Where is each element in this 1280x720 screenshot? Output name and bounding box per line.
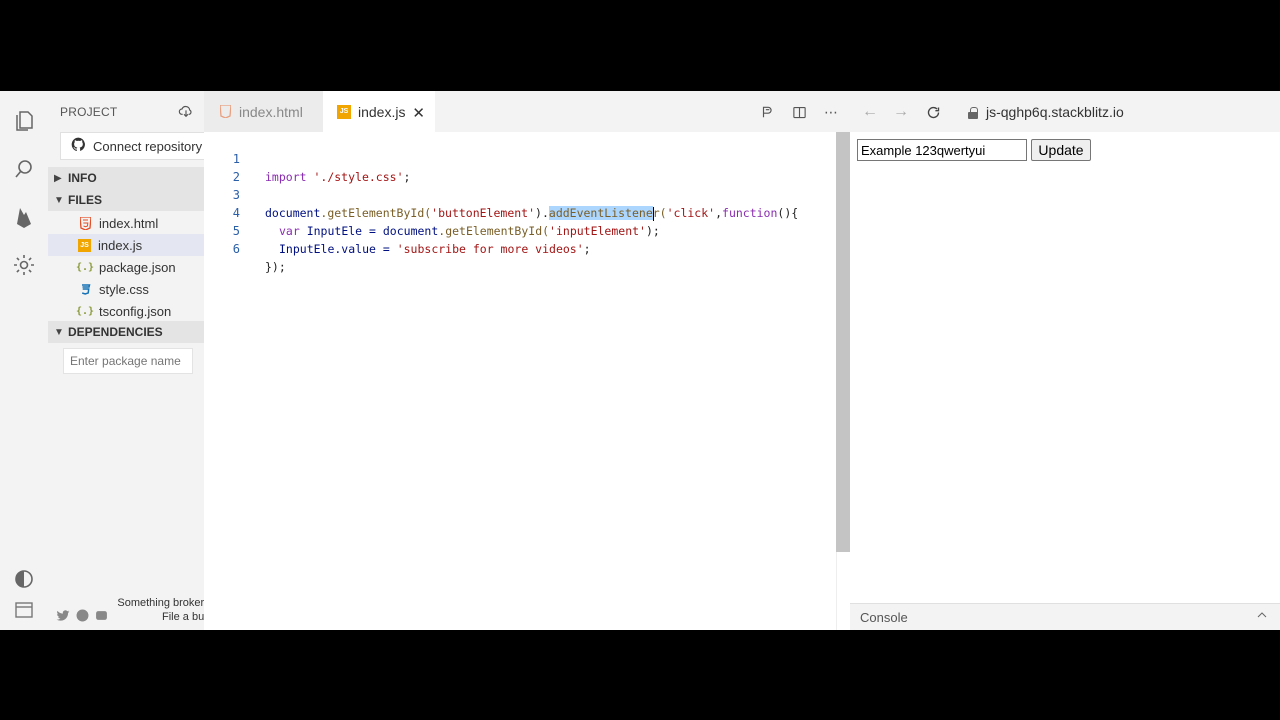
file-style-css[interactable]: style.css <box>48 278 204 300</box>
section-dependencies-label: DEPENDENCIES <box>68 325 163 339</box>
connect-repository-label: Connect repository <box>93 138 203 154</box>
file-label: style.css <box>99 281 149 297</box>
code-editor: index.html JS index.js ✕ ⋯ 1 import './s… <box>204 91 850 630</box>
split-view-icon[interactable] <box>790 103 808 121</box>
editor-actions: ⋯ <box>758 103 840 121</box>
package-name-input[interactable] <box>63 348 193 374</box>
footer-line-1: Something broker <box>117 597 204 609</box>
lock-icon <box>968 106 978 119</box>
section-files-label: FILES <box>68 193 103 207</box>
tab-index-js[interactable]: JS index.js ✕ <box>323 91 435 132</box>
code-token: ; <box>583 242 591 256</box>
tab-index-html[interactable]: index.html <box>204 91 323 132</box>
reload-icon[interactable] <box>924 103 942 121</box>
editor-tabbar: index.html JS index.js ✕ ⋯ <box>204 91 850 132</box>
tab-label: index.js <box>358 103 406 120</box>
project-title: PROJECT <box>60 105 118 119</box>
files-icon[interactable] <box>10 107 38 135</box>
code-line: 4 var InputEle = document.getElementById… <box>204 186 836 238</box>
stackblitz-app: PROJECT Connect repository ▶ INFO ▼ FILE… <box>0 91 1280 630</box>
close-icon[interactable]: ✕ <box>412 104 425 122</box>
update-button[interactable]: Update <box>1031 139 1091 161</box>
code-line: 5 InputEle.value = 'subscribe for more v… <box>204 204 836 256</box>
chevron-right-icon: ▶ <box>54 172 62 184</box>
code-line: 2 <box>204 150 836 184</box>
code-token: }); <box>265 260 286 274</box>
line-number: 6 <box>232 242 240 256</box>
console-panel[interactable]: Console <box>850 603 1280 630</box>
twitter-icon[interactable] <box>56 609 70 623</box>
code-line: 6 }); <box>204 222 836 274</box>
github-icon <box>71 137 86 155</box>
file-label: package.json <box>99 259 176 275</box>
preview-text-input[interactable] <box>857 139 1027 161</box>
file-label: index.html <box>99 215 159 231</box>
footer-line-2: File a bu <box>162 611 204 623</box>
js-icon: JS <box>337 104 351 119</box>
file-index-html[interactable]: index.html <box>48 212 204 234</box>
code-token: InputEle.value = <box>279 242 397 256</box>
file-tsconfig-json[interactable]: {.} tsconfig.json <box>48 300 204 322</box>
chevron-down-icon: ▼ <box>54 326 64 338</box>
search-icon[interactable] <box>10 155 38 183</box>
forward-arrow-icon[interactable]: → <box>892 103 910 121</box>
js-icon: JS <box>78 238 91 252</box>
editor-scrollbar-thumb[interactable] <box>836 132 850 552</box>
theme-toggle-icon[interactable] <box>10 565 38 593</box>
github-icon[interactable] <box>76 609 90 623</box>
css3-icon <box>78 282 92 296</box>
sidebar-header: PROJECT <box>48 91 204 133</box>
layout-icon[interactable] <box>10 596 38 624</box>
back-arrow-icon[interactable]: ← <box>861 103 879 121</box>
discord-icon[interactable] <box>95 609 109 623</box>
preview-pane: ← → js-qghp6q.stackblitz.io Update Conso… <box>850 91 1280 630</box>
code-area[interactable]: 1 import './style.css'; 2 3 document.get… <box>204 132 836 630</box>
sidebar-footer: Something broker File a bu <box>48 591 204 630</box>
json-icon: {.} <box>75 305 95 317</box>
json-icon: {.} <box>75 261 95 273</box>
code-token: 'subscribe for more videos' <box>396 242 584 256</box>
file-label: tsconfig.json <box>99 303 172 319</box>
sidebar: PROJECT Connect repository ▶ INFO ▼ FILE… <box>48 91 204 630</box>
console-label: Console <box>860 609 908 625</box>
section-info[interactable]: ▶ INFO <box>48 167 204 189</box>
connect-repository-button[interactable]: Connect repository <box>60 132 204 160</box>
report-bug-text[interactable]: Something broker File a bu <box>116 596 204 624</box>
html5-icon <box>78 216 92 230</box>
format-icon[interactable] <box>758 103 776 121</box>
section-dependencies[interactable]: ▼ DEPENDENCIES <box>48 321 204 343</box>
code-line: 3 document.getElementById('buttonElement… <box>204 168 836 221</box>
section-info-label: INFO <box>68 171 97 185</box>
gear-icon[interactable] <box>10 251 38 279</box>
html5-icon <box>218 105 232 119</box>
file-index-js[interactable]: JS index.js <box>48 234 204 256</box>
preview-urlbar: ← → js-qghp6q.stackblitz.io <box>850 91 1280 132</box>
url-text: js-qghp6q.stackblitz.io <box>986 104 1124 120</box>
code-line: 1 import './style.css'; <box>204 132 836 184</box>
more-icon[interactable]: ⋯ <box>822 103 840 121</box>
preview-url[interactable]: js-qghp6q.stackblitz.io <box>968 104 1124 120</box>
firebase-icon[interactable] <box>10 203 38 231</box>
chevron-down-icon: ▼ <box>54 194 64 206</box>
file-package-json[interactable]: {.} package.json <box>48 256 204 278</box>
chevron-up-icon[interactable] <box>1256 609 1268 624</box>
tab-label: index.html <box>239 103 303 120</box>
activity-bar <box>0 91 48 630</box>
file-label: index.js <box>98 237 143 253</box>
section-files[interactable]: ▼ FILES <box>48 189 204 211</box>
cloud-download-icon[interactable] <box>178 103 194 122</box>
